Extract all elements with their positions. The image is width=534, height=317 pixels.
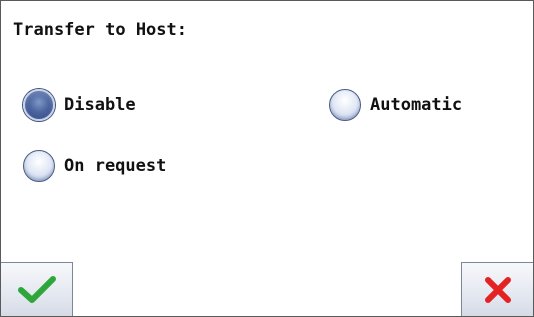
radio-selected-icon[interactable] (23, 89, 55, 121)
radio-option-on-request[interactable]: On request (23, 150, 166, 182)
radio-label-disable: Disable (64, 95, 136, 115)
radio-label-on-request: On request (64, 156, 167, 176)
cross-icon (484, 276, 511, 303)
radio-option-disable[interactable]: Disable (23, 89, 136, 121)
cancel-button[interactable] (461, 262, 533, 316)
radio-unselected-icon[interactable] (23, 150, 55, 182)
radio-label-automatic: Automatic (370, 95, 463, 115)
transfer-dialog: Transfer to Host: Disable Automatic On r… (0, 0, 534, 317)
radio-option-automatic[interactable]: Automatic (329, 89, 462, 121)
dialog-title: Transfer to Host: (13, 20, 187, 40)
checkmark-icon (17, 275, 56, 303)
ok-button[interactable] (1, 262, 73, 316)
radio-unselected-icon[interactable] (329, 89, 361, 121)
